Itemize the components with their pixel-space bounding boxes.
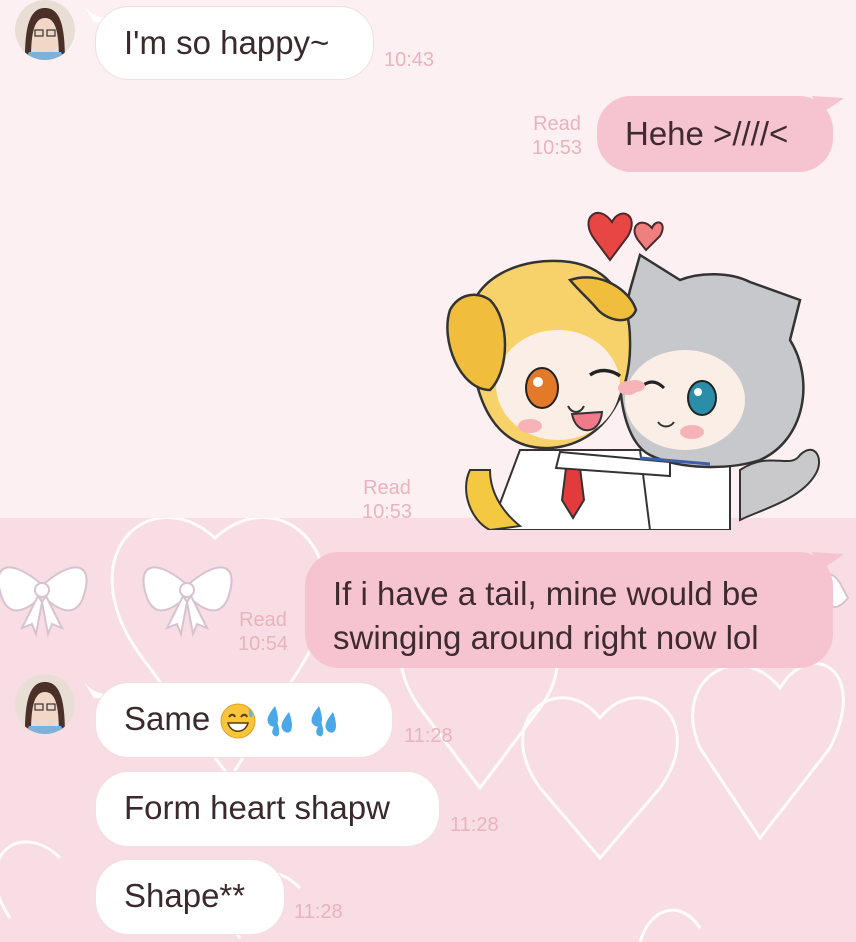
message-time: 10:54 — [237, 633, 289, 655]
message-time: 10:53 — [361, 501, 413, 523]
message-text-line-2: swinging around right now lol — [333, 619, 759, 656]
message-bubble-incoming[interactable]: I'm so happy~ — [95, 6, 374, 80]
message-bubble-outgoing[interactable]: Hehe >////< — [597, 96, 833, 172]
sweat-droplets-emoji — [267, 706, 293, 737]
contact-avatar[interactable] — [15, 674, 75, 734]
message-text: Hehe >////< — [625, 115, 789, 152]
read-label: Read — [363, 477, 411, 499]
message-bubble-outgoing[interactable]: If i have a tail, mine would be swinging… — [305, 552, 833, 668]
message-bubble-incoming[interactable]: Form heart shapw — [95, 771, 440, 847]
sweat-droplets-emoji — [311, 706, 337, 737]
message-time: 11:28 — [404, 725, 453, 747]
dog-and-cat-hug-sticker[interactable] — [430, 200, 830, 530]
message-text: I'm so happy~ — [124, 24, 330, 61]
message-text: Same — [124, 700, 211, 737]
message-time: 10:53 — [531, 137, 583, 159]
message-text: Form heart shapw — [124, 789, 390, 826]
contact-avatar[interactable] — [15, 0, 75, 60]
sweat-smile-emoji — [220, 703, 256, 739]
message-time: 11:28 — [294, 901, 343, 923]
message-text-line-1: If i have a tail, mine would be — [333, 575, 759, 612]
message-bubble-incoming[interactable]: Same — [95, 682, 393, 758]
emoji-group — [219, 702, 345, 740]
read-label: Read — [533, 113, 581, 135]
message-time: 11:28 — [450, 814, 499, 836]
bubble-tail — [812, 552, 844, 570]
message-time: 10:43 — [384, 49, 435, 71]
message-text: Shape** — [124, 877, 246, 914]
bubble-tail — [812, 96, 844, 114]
message-bubble-incoming[interactable]: Shape** — [95, 859, 285, 935]
read-label: Read — [239, 609, 287, 631]
read-receipt: Read 10:53 — [352, 476, 422, 524]
read-receipt: Read 10:53 — [524, 112, 590, 160]
read-receipt: Read 10:54 — [230, 608, 296, 656]
